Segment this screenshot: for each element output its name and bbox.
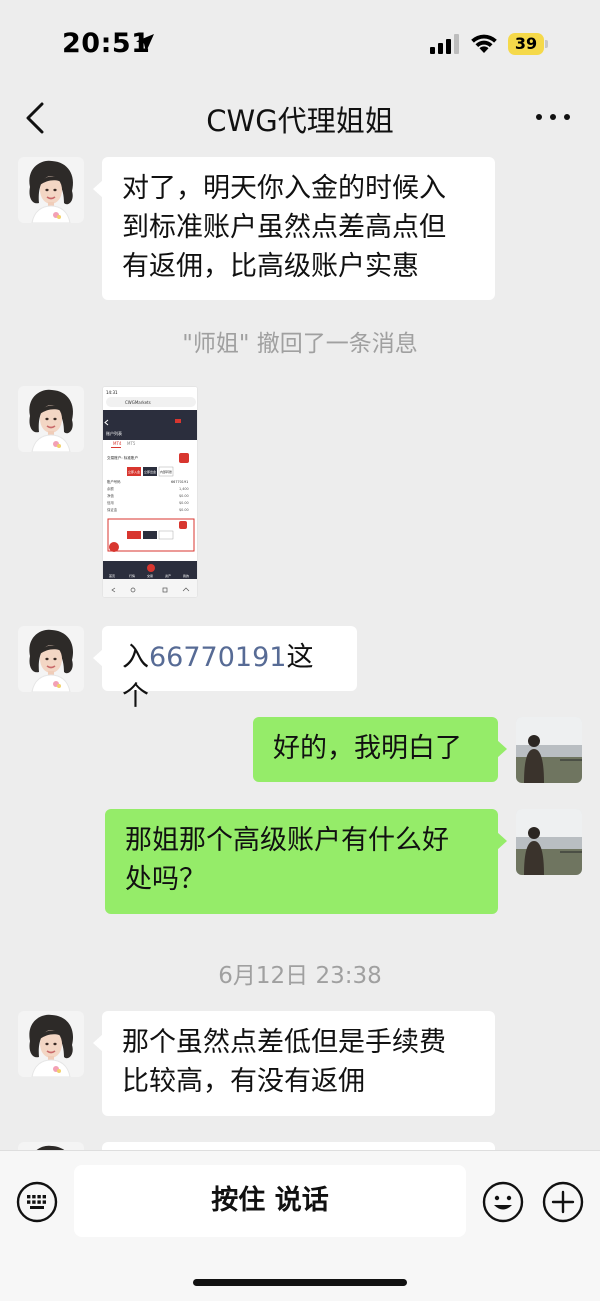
more-dot — [564, 114, 570, 120]
message-list[interactable]: 对了，明天你入金的时候入 到标准账户虽然点差高点但 有返佣，比高级账户实惠 "师… — [0, 150, 600, 1150]
thumb-row-value: $0.00 — [179, 501, 189, 505]
status-bar: 20:51 39 — [0, 0, 600, 88]
battery-tip — [545, 40, 548, 48]
thumb-row-value: $0.00 — [179, 508, 189, 512]
app-screenshot-thumbnail: 14:31 CWGMarkets 账户列表 MT4 MT5 交易账户: 标准账户… — [103, 387, 197, 597]
location-arrow-icon — [136, 34, 154, 52]
timestamp: 6月12日 23:38 — [218, 963, 382, 989]
thumb-url: CWGMarkets — [125, 400, 151, 405]
contact-avatar[interactable] — [18, 1011, 84, 1077]
more-options-icon[interactable] — [536, 106, 572, 126]
thumb-tabbar-item: 我的 — [183, 573, 189, 578]
recall-notice: "师姐" 撤回了一条消息 — [182, 331, 418, 357]
thumb-button: 立即出金 — [144, 469, 156, 474]
thumb-page-title: 账户列表 — [106, 430, 122, 436]
thumb-tabbar-item: 行情 — [129, 573, 135, 578]
message-bubble[interactable]: 入66770191这个 — [93, 626, 357, 712]
cellular-signal-icon — [430, 34, 459, 54]
self-avatar[interactable] — [516, 809, 582, 875]
input-bar: 按住 说话 — [0, 1150, 600, 1301]
svg-text:账户号码: 账户号码 — [107, 479, 121, 484]
chat-title: CWG代理姐姐 — [206, 104, 394, 138]
chat-header: CWG代理姐姐 — [0, 88, 600, 150]
thumb-account-label: 交易账户: 标准账户 — [107, 455, 139, 460]
thumb-row-label: 净值 — [107, 493, 114, 498]
home-indicator — [193, 1279, 407, 1286]
battery-level: 39 — [514, 34, 538, 53]
more-dot — [550, 114, 556, 120]
self-message-bubble[interactable]: 那姐那个高级账户有什么好 处吗？ — [105, 809, 507, 914]
thumb-tabbar-item: 交易 — [147, 573, 153, 578]
thumb-row-label: 信用 — [107, 500, 114, 505]
contact-avatar[interactable] — [18, 626, 84, 692]
thumb-row-label: 余额 — [107, 486, 114, 491]
more-dot — [536, 114, 542, 120]
thumb-tabbar-item: 资产 — [165, 573, 171, 578]
thumb-row-label: 保证金 — [107, 507, 118, 512]
message-text: 入 — [122, 642, 149, 673]
hold-to-talk-button[interactable]: 按住 说话 — [74, 1165, 466, 1237]
contact-avatar[interactable] — [18, 386, 84, 452]
message-bubble[interactable]: 那个虽然点差低但是手续费 比较高，有没有返佣 — [93, 1011, 495, 1116]
thumb-tab: MT4 — [113, 441, 122, 446]
thumb-row-value: $0.00 — [179, 494, 189, 498]
phone-number-link[interactable]: 66770191 — [149, 642, 286, 673]
thumb-button: 立即入金 — [128, 469, 140, 474]
message-bubble[interactable]: 对了，明天你入金的时候入 到标准账户虽然点差高点但 有返佣，比高级账户实惠 — [93, 157, 495, 300]
image-message[interactable]: 14:31 CWGMarkets 账户列表 MT4 MT5 交易账户: 标准账户… — [102, 386, 198, 598]
self-avatar[interactable] — [516, 717, 582, 783]
thumb-row-value: 1,400 — [179, 487, 189, 491]
contact-avatar[interactable] — [18, 157, 84, 223]
thumb-status-time: 14:31 — [106, 390, 118, 395]
battery-indicator: 39 — [508, 33, 548, 55]
emoji-icon[interactable] — [482, 1181, 524, 1223]
message-bubble-partial[interactable] — [102, 1142, 495, 1150]
thumb-tabbar-item: 首页 — [109, 573, 115, 578]
plus-icon[interactable] — [542, 1181, 584, 1223]
thumb-tab: MT5 — [127, 441, 136, 446]
wifi-icon — [471, 34, 497, 53]
back-chevron-icon[interactable] — [20, 98, 54, 138]
self-message-bubble[interactable]: 好的，我明白了 — [253, 717, 507, 782]
keyboard-icon[interactable] — [16, 1181, 58, 1223]
contact-avatar[interactable] — [18, 1142, 84, 1150]
thumb-button: 内部转账 — [160, 469, 172, 474]
thumb-account-number: 66770191 — [171, 480, 188, 484]
